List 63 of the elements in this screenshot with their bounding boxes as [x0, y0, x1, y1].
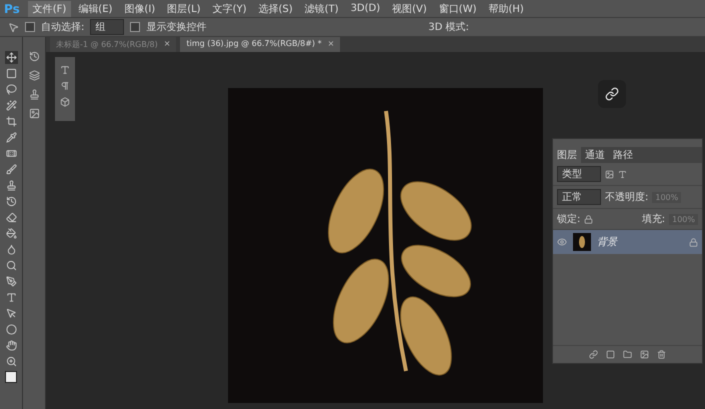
move-tool-icon[interactable]	[8, 22, 19, 32]
character-icon[interactable]	[60, 65, 70, 75]
close-icon[interactable]: ×	[164, 39, 170, 50]
brush-icon[interactable]	[4, 163, 18, 176]
crop-icon[interactable]	[4, 115, 18, 128]
lock-label: 锁定:	[557, 212, 580, 226]
checkbox-label: 自动选择:	[41, 20, 84, 34]
type-tool-icon[interactable]	[4, 291, 18, 304]
type-filter-icon[interactable]	[618, 170, 627, 178]
menu-item[interactable]: 选择(S)	[253, 0, 298, 16]
menu-item[interactable]: 帮助(H)	[484, 0, 529, 16]
menu-item[interactable]: 视图(V)	[387, 0, 432, 16]
opacity-label: 不透明度:	[605, 190, 648, 204]
history-icon[interactable]	[28, 51, 40, 62]
filter-dropdown[interactable]: 类型	[557, 166, 601, 182]
eyedropper-icon[interactable]	[4, 131, 18, 144]
menu-item[interactable]: 3D(D)	[346, 2, 386, 15]
close-icon[interactable]: ×	[328, 39, 334, 50]
target-dropdown[interactable]: 组	[90, 19, 124, 35]
fill-label: 填充:	[642, 212, 666, 226]
panel-icon[interactable]	[28, 108, 40, 119]
lasso-tool-icon[interactable]	[4, 83, 18, 96]
checkbox[interactable]	[130, 22, 140, 32]
menu-item[interactable]: 图像(I)	[119, 0, 160, 16]
trash-icon[interactable]	[657, 350, 666, 359]
paragraph-icon[interactable]	[60, 81, 70, 91]
folder-icon[interactable]	[623, 350, 632, 359]
ellipse-icon[interactable]	[4, 323, 18, 336]
foreground-swatch[interactable]	[5, 371, 17, 383]
history-brush-icon[interactable]	[4, 195, 18, 208]
stamp-icon[interactable]	[28, 89, 40, 100]
document-tab[interactable]: 未标题-1 @ 66.7%(RGB/8) ×	[50, 37, 176, 52]
layer-thumbnail	[573, 233, 591, 251]
menu-item[interactable]: 滤镜(T)	[300, 0, 344, 16]
menu-item[interactable]: 窗口(W)	[434, 0, 482, 16]
eraser-icon[interactable]	[4, 211, 18, 224]
stamp-icon[interactable]	[4, 179, 18, 192]
blend-mode-dropdown[interactable]: 正常	[557, 189, 601, 205]
pen-icon[interactable]	[4, 275, 18, 288]
layer-name: 背景	[597, 236, 619, 249]
move-tool-icon[interactable]	[4, 51, 18, 64]
document-tab[interactable]: timg (36).jpg @ 66.7%(RGB/8#) * ×	[180, 37, 340, 52]
menu-item[interactable]: 编辑(E)	[73, 0, 118, 16]
checkbox[interactable]	[25, 22, 35, 32]
zoom-icon[interactable]	[4, 355, 18, 368]
lock-icon[interactable]	[584, 214, 594, 224]
app-logo: Ps	[3, 2, 21, 16]
pointer-icon[interactable]	[4, 307, 18, 320]
checkbox-label: 显示变换控件	[146, 20, 206, 34]
marquee-tool-icon[interactable]	[4, 67, 18, 80]
eye-icon[interactable]	[557, 237, 567, 247]
mask-icon[interactable]	[606, 350, 615, 359]
hand-icon[interactable]	[4, 339, 18, 352]
cube-icon[interactable]	[60, 97, 70, 107]
panel-tab[interactable]: 图层	[553, 147, 581, 163]
menu-item[interactable]: 图层(L)	[162, 0, 206, 16]
magic-wand-icon[interactable]	[4, 99, 18, 112]
mode-label: 3D 模式:	[428, 20, 469, 34]
menu-item[interactable]: 文字(Y)	[208, 0, 252, 16]
menu-item[interactable]: 文件(F)	[28, 0, 72, 16]
layer-row[interactable]: 背景	[553, 230, 702, 254]
paint-bucket-icon[interactable]	[4, 227, 18, 240]
link-icon[interactable]	[589, 350, 598, 359]
